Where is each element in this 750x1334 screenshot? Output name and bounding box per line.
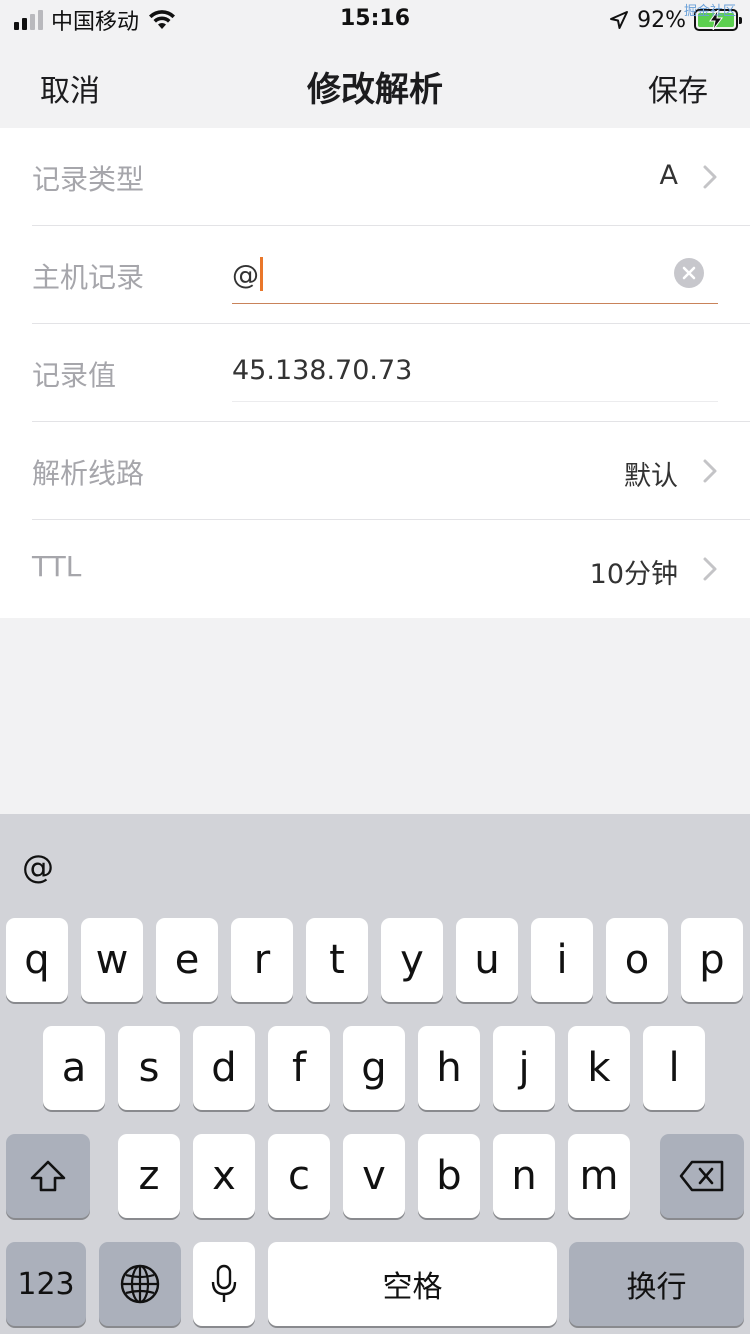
key-a[interactable]: a (43, 1026, 105, 1110)
record-type-label: 记录类型 (32, 163, 145, 196)
key-k[interactable]: k (568, 1026, 630, 1110)
resolution-line-label: 解析线路 (32, 457, 145, 490)
key-y[interactable]: y (381, 918, 443, 1002)
key-e[interactable]: e (156, 918, 218, 1002)
key-q[interactable]: q (6, 918, 68, 1002)
shift-icon (30, 1160, 66, 1192)
numbers-key[interactable]: 123 (6, 1242, 86, 1326)
save-button[interactable]: 保存 (648, 66, 708, 110)
ttl-label: TTL (32, 550, 82, 583)
key-p[interactable]: p (681, 918, 743, 1002)
backspace-icon (679, 1160, 724, 1192)
return-key[interactable]: 换行 (569, 1242, 744, 1326)
resolution-line-value: 默认 (624, 461, 678, 492)
key-z[interactable]: z (118, 1134, 180, 1218)
host-record-input-text: @ (232, 257, 263, 291)
ttl-row[interactable]: TTL 10分钟 (0, 520, 750, 618)
microphone-key[interactable] (193, 1242, 255, 1326)
backspace-key[interactable] (660, 1134, 744, 1218)
chevron-right-icon (703, 557, 717, 581)
globe-icon (120, 1264, 160, 1304)
record-value-input[interactable]: 45.138.70.73 (232, 324, 718, 402)
resolution-line-row[interactable]: 解析线路 默认 (0, 422, 750, 520)
key-x[interactable]: x (193, 1134, 255, 1218)
key-f[interactable]: f (268, 1026, 330, 1110)
key-h[interactable]: h (418, 1026, 480, 1110)
clear-icon[interactable] (674, 258, 704, 288)
shift-key[interactable] (6, 1134, 90, 1218)
key-g[interactable]: g (343, 1026, 405, 1110)
keyboard: @ q w e r t y u i o p a s d f g h j k l … (0, 814, 750, 1334)
key-r[interactable]: r (231, 918, 293, 1002)
record-type-value: A (659, 160, 678, 191)
page-title: 修改解析 (307, 70, 443, 110)
host-record-row: 主机记录 @ (0, 226, 750, 324)
key-c[interactable]: c (268, 1134, 330, 1218)
key-s[interactable]: s (118, 1026, 180, 1110)
key-o[interactable]: o (606, 918, 668, 1002)
key-b[interactable]: b (418, 1134, 480, 1218)
host-record-input[interactable]: @ (232, 226, 718, 304)
microphone-icon (211, 1264, 237, 1302)
key-n[interactable]: n (493, 1134, 555, 1218)
watermark: 掘金社区 (683, 4, 736, 19)
key-u[interactable]: u (456, 918, 518, 1002)
record-value-row: 记录值 45.138.70.73 (0, 324, 750, 422)
keyboard-suggestion[interactable]: @ (22, 848, 54, 886)
record-value-label: 记录值 (32, 359, 117, 392)
dns-record-form: 记录类型 A 主机记录 @ 记录值 45.138.70.73 解析线路 默认 T… (0, 128, 750, 618)
key-w[interactable]: w (81, 918, 143, 1002)
chevron-right-icon (703, 165, 717, 189)
record-type-row[interactable]: 记录类型 A (0, 128, 750, 226)
key-t[interactable]: t (306, 918, 368, 1002)
key-l[interactable]: l (643, 1026, 705, 1110)
key-d[interactable]: d (193, 1026, 255, 1110)
record-value-input-text: 45.138.70.73 (232, 355, 413, 386)
status-bar: 中国移动 15:16 92% 掘金社区 (0, 0, 750, 40)
space-key[interactable]: 空格 (268, 1242, 557, 1326)
text-caret (260, 257, 263, 291)
battery-percent: 92% (637, 7, 686, 33)
globe-key[interactable] (99, 1242, 181, 1326)
ttl-value: 10分钟 (589, 559, 678, 590)
key-i[interactable]: i (531, 918, 593, 1002)
host-record-label: 主机记录 (32, 261, 145, 294)
key-j[interactable]: j (493, 1026, 555, 1110)
chevron-right-icon (703, 459, 717, 483)
navigation-bar: 取消 修改解析 保存 (0, 40, 750, 128)
key-m[interactable]: m (568, 1134, 630, 1218)
location-arrow-icon (610, 11, 629, 29)
key-v[interactable]: v (343, 1134, 405, 1218)
